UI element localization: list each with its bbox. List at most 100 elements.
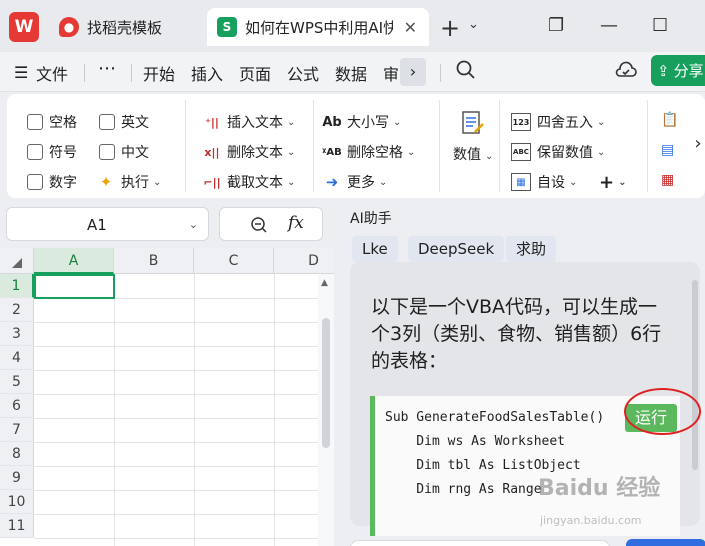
ai-send-button[interactable] — [626, 539, 705, 546]
delete-text-icon: x|| — [204, 145, 220, 159]
share-button[interactable]: ⇪ 分享 — [651, 55, 705, 86]
maximize-window-icon[interactable]: ☐ — [652, 15, 668, 36]
extract-text-button[interactable]: ⌐|| 截取文本 ⌄ — [203, 172, 295, 192]
zoom-formula-icon[interactable] — [250, 216, 268, 234]
vertical-scrollbar[interactable]: ▲ — [318, 274, 334, 546]
title-bar: W ● 找稻壳模板 S 如何在WPS中利用AI快速生成表格 ✕ + ⌄ ❐ — … — [0, 0, 705, 52]
close-tab-icon[interactable]: ✕ — [404, 18, 417, 37]
column-header-a[interactable]: A — [34, 248, 114, 274]
ai-chat-input[interactable] — [350, 540, 610, 546]
checkbox-chinese[interactable]: 中文 — [99, 142, 149, 162]
tab-docer-templates[interactable]: ● 找稻壳模板 — [49, 8, 204, 46]
table-icon[interactable]: ▤ — [661, 142, 674, 158]
search-icon[interactable] — [456, 60, 476, 80]
clipboard-icon[interactable]: 📋 — [661, 112, 678, 128]
select-all-icon — [12, 258, 22, 268]
execute-button[interactable]: ✦ 执行 ⌄ — [97, 172, 162, 192]
name-box[interactable]: A1 ⌄ — [6, 207, 209, 241]
gridline — [34, 418, 334, 419]
custom-grid-icon: ▦ — [511, 173, 531, 191]
row-header-1[interactable]: 1 — [0, 274, 34, 298]
formula-bar[interactable]: fx — [219, 207, 323, 241]
tab-current-document[interactable]: S 如何在WPS中利用AI快速生成表格 ✕ — [207, 8, 429, 46]
select-all-corner[interactable] — [0, 248, 34, 274]
ai-tab-help[interactable]: 求助 — [506, 236, 557, 262]
ribbon-toolbar: 空格 英文 符号 中文 数字 ✦ 执行 ⌄ ⁺|| 插入文本 ⌄ x|| 删除文本 ⌄… — [7, 94, 705, 198]
menu-page[interactable]: 页面 — [239, 61, 271, 85]
code-line: Dim rng As Range — [385, 482, 542, 497]
keep-values-icon: ABC — [511, 143, 531, 161]
menu-formula[interactable]: 公式 — [287, 61, 319, 85]
checkbox-english[interactable]: 英文 — [99, 112, 149, 132]
numeric-button[interactable]: 数值 ⌄ — [453, 110, 493, 164]
magic-star-icon: ✦ — [99, 173, 113, 191]
divider — [439, 100, 440, 192]
gridline — [34, 442, 334, 443]
tab-label: 找稻壳模板 — [87, 18, 163, 37]
checkbox-symbol[interactable]: 符号 — [27, 142, 77, 162]
row-header-4[interactable]: 4 — [0, 346, 34, 370]
keep-values-button[interactable]: ABC 保留数值 ⌄ — [511, 142, 605, 162]
menu-scroll-right-icon[interactable]: › — [400, 58, 426, 86]
new-tab-button[interactable]: + — [440, 14, 460, 42]
row-header-8[interactable]: 8 — [0, 442, 34, 466]
divider — [440, 64, 441, 82]
case-icon: Ab — [322, 114, 342, 130]
menu-data[interactable]: 数据 — [335, 61, 367, 85]
menu-insert[interactable]: 插入 — [191, 61, 223, 85]
delete-text-button[interactable]: x|| 删除文本 ⌄ — [203, 142, 295, 162]
menu-review[interactable]: 审 — [383, 61, 399, 85]
divider — [84, 64, 85, 82]
case-button[interactable]: Ab 大小写 ⌄ — [322, 112, 401, 132]
ai-panel-title: AI助手 — [350, 211, 392, 227]
ai-tab-deepseek[interactable]: DeepSeek — [408, 236, 505, 262]
remove-spaces-button[interactable]: ᵡAB 删除空格 ⌄ — [322, 142, 415, 162]
extract-text-icon: ⌐|| — [203, 175, 221, 189]
hamburger-icon[interactable]: ☰ — [14, 63, 28, 82]
checkbox-number[interactable]: 数字 — [27, 172, 77, 192]
numeric-icon — [462, 111, 485, 134]
row-header-3[interactable]: 3 — [0, 322, 34, 346]
column-header-d[interactable]: D — [274, 248, 334, 274]
delete-table-icon[interactable]: ▦ — [661, 172, 674, 188]
selected-cell-a1[interactable] — [34, 274, 115, 299]
round-icon: 123 — [511, 113, 531, 131]
chevron-down-icon[interactable]: ⌄ — [189, 218, 198, 231]
scroll-up-icon[interactable]: ▲ — [321, 278, 328, 288]
chevron-down-icon[interactable]: ⌄ — [468, 17, 479, 32]
share-icon: ⇪ — [657, 61, 670, 80]
gridline — [34, 322, 334, 323]
ai-tab-lke[interactable]: Lke — [352, 236, 398, 262]
row-header-10[interactable]: 10 — [0, 490, 34, 514]
row-header-9[interactable]: 9 — [0, 466, 34, 490]
more-icon[interactable]: ⋯ — [98, 58, 117, 79]
custom-button[interactable]: ▦ 自设 ⌄ — [511, 172, 577, 192]
column-header-c[interactable]: C — [194, 248, 274, 274]
fx-icon[interactable]: fx — [288, 213, 304, 233]
menu-file[interactable]: 文件 — [36, 61, 68, 85]
round-button[interactable]: 123 四舍五入 ⌄ — [511, 112, 605, 132]
row-header-5[interactable]: 5 — [0, 370, 34, 394]
row-header-11[interactable]: 11 — [0, 514, 34, 538]
gridline — [34, 514, 334, 515]
gridline — [114, 274, 115, 546]
insert-text-button[interactable]: ⁺|| 插入文本 ⌄ — [203, 112, 295, 132]
menu-home[interactable]: 开始 — [143, 61, 175, 85]
restore-window-icon[interactable]: ❐ — [548, 15, 564, 36]
cloud-sync-icon[interactable] — [614, 60, 638, 80]
ribbon-scroll-right-icon[interactable]: › — [685, 124, 705, 164]
gridline — [274, 274, 275, 546]
wps-logo-icon[interactable]: W — [9, 12, 39, 42]
more-button[interactable]: ➜ 更多 ⌄ — [323, 172, 388, 192]
row-header-6[interactable]: 6 — [0, 394, 34, 418]
minimize-window-icon[interactable]: — — [600, 15, 618, 36]
ai-panel-scrollbar[interactable] — [692, 280, 698, 470]
spreadsheet-grid[interactable]: A B C D 1 2 3 4 5 6 7 8 9 10 11 ▲ — [0, 248, 334, 546]
scrollbar-thumb[interactable] — [322, 318, 330, 448]
row-header-2[interactable]: 2 — [0, 298, 34, 322]
add-button[interactable]: + ⌄ — [599, 172, 626, 193]
checkbox-space[interactable]: 空格 — [27, 112, 77, 132]
row-header-7[interactable]: 7 — [0, 418, 34, 442]
annotation-circle — [624, 388, 701, 435]
column-header-b[interactable]: B — [114, 248, 194, 274]
